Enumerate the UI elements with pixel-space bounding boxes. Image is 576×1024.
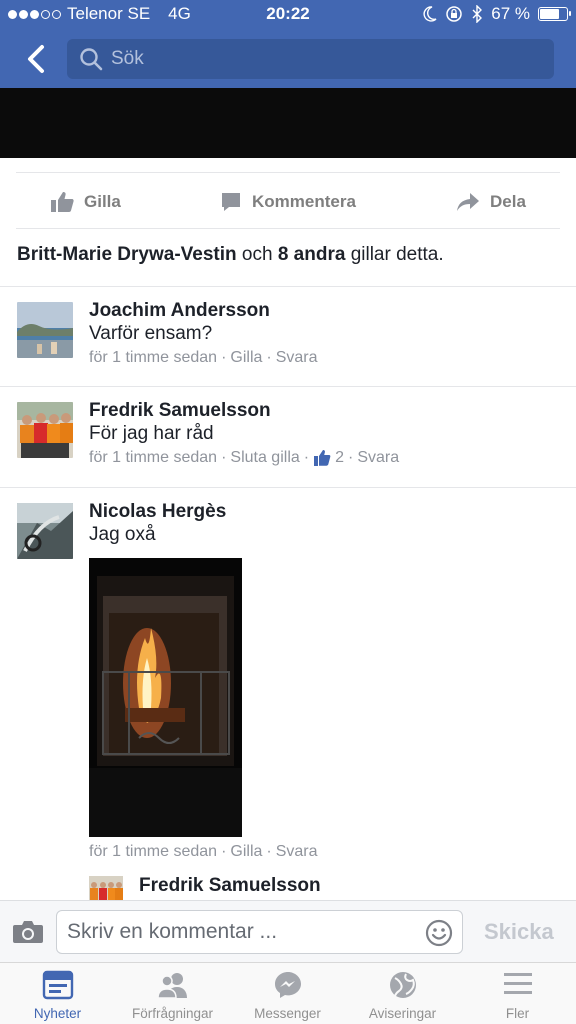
moon-icon [423,6,437,22]
camera-icon[interactable] [12,919,44,945]
send-button[interactable]: Skicka [484,919,554,945]
avatar[interactable] [17,302,73,358]
separator-dot: · [266,843,272,860]
likers-others[interactable]: 8 andra [278,244,346,265]
comment-time: för 1 timme sedan [89,349,218,366]
share-button[interactable]: Dela [456,173,526,230]
bluetooth-icon [472,5,483,23]
news-feed-icon [42,970,73,1000]
tab-news-feed[interactable]: Nyheter [0,963,115,1024]
top-bar: Telenor SE 4G 20:22 67 % [0,0,576,88]
search-input[interactable] [111,39,531,79]
avatar-photo [17,503,73,559]
comment-like-count[interactable]: 2 [335,449,344,467]
like-count-icon[interactable] [313,449,331,467]
likes-summary[interactable]: Britt-Marie Drywa-Vestin och 8 andra gil… [17,244,444,266]
tab-label: Fler [505,1006,530,1021]
avatar[interactable] [17,503,73,559]
comment-author[interactable]: Joachim Andersson [89,300,270,322]
tab-bar: Nyheter Förfrågningar Messenger Aviserin… [0,962,576,1024]
comment-composer: Skicka [0,900,576,962]
comment-text: För jag har råd [89,423,214,444]
comment-photo[interactable] [89,558,242,837]
separator-dot: · [266,349,272,366]
divider [0,286,576,287]
menu-icon [503,973,532,994]
comment-text: Jag oxå [89,524,156,545]
tab-label: Messenger [254,1006,321,1021]
comment-reply-button[interactable]: Svara [357,449,399,467]
avatar-photo [17,302,73,358]
avatar-photo [89,876,123,900]
tab-label: Aviseringar [368,1006,437,1021]
share-icon [457,192,479,211]
rotation-lock-icon [446,6,462,22]
messenger-icon [274,972,301,998]
liker-name[interactable]: Britt-Marie Drywa-Vestin [17,244,237,265]
comment-unlike-button[interactable]: Sluta gilla [230,449,299,467]
comment-like-button[interactable]: Gilla [230,843,262,861]
tab-notifications[interactable]: Aviseringar [345,963,460,1024]
back-button[interactable] [22,42,52,76]
battery-percent: 67 % [491,4,530,23]
comment-meta: för 1 timme sedan · Gilla · Svara [89,843,318,861]
divider [0,487,576,488]
avatar[interactable] [89,876,123,900]
share-label: Dela [490,191,526,211]
emoji-icon[interactable] [425,919,453,947]
search-bar[interactable] [67,39,554,79]
tab-label: Nyheter [33,1006,82,1021]
comment-input[interactable] [67,911,417,953]
tab-friend-requests[interactable]: Förfrågningar [115,963,230,1024]
post-actions: Gilla Kommentera Dela [16,172,560,229]
chevron-left-icon [28,45,44,73]
comment-field[interactable] [56,910,463,954]
comment-reply-button[interactable]: Svara [276,349,318,367]
search-icon [80,48,103,71]
likes-suffix: gillar detta. [350,244,444,265]
comment-like-button[interactable]: Gilla [230,349,262,367]
tab-messenger[interactable]: Messenger [230,963,345,1024]
like-label: Gilla [84,191,121,211]
separator-dot: · [303,449,310,466]
thumbs-up-icon [51,191,74,212]
avatar-photo [17,402,73,458]
status-bar: Telenor SE 4G 20:22 67 % [0,0,576,30]
tab-label: Förfrågningar [131,1006,214,1021]
comment-time: för 1 timme sedan [89,843,218,860]
friend-requests-icon [156,973,187,999]
globe-icon [389,972,416,998]
avatar[interactable] [17,402,73,458]
separator-dot: · [348,449,354,466]
comment-button[interactable]: Kommentera [220,173,356,230]
post-media-strip [0,88,576,158]
tab-more[interactable]: Fler [460,963,575,1024]
comment-icon [222,192,240,211]
comment-author[interactable]: Nicolas Hergès [89,501,226,523]
like-button[interactable]: Gilla [50,173,121,230]
reply-item: Fredrik Samuelsson [0,870,576,900]
comment-text: Varför ensam? [89,323,213,344]
separator-dot: · [221,449,227,466]
separator-dot: · [221,349,227,366]
comment-meta: för 1 timme sedan · Gilla · Svara [89,349,318,367]
separator-dot: · [221,843,227,860]
battery-icon [538,7,571,21]
reply-author[interactable]: Fredrik Samuelsson [139,875,321,897]
comment-meta: för 1 timme sedan · Sluta gilla · 2 · Sv… [89,449,399,467]
comment-author[interactable]: Fredrik Samuelsson [89,400,271,422]
comment-reply-button[interactable]: Svara [276,843,318,861]
fireplace-image [89,558,242,837]
likes-connector: och [241,244,273,265]
comment-label: Kommentera [252,191,356,211]
comment-time: för 1 timme sedan [89,449,218,466]
divider [0,386,576,387]
